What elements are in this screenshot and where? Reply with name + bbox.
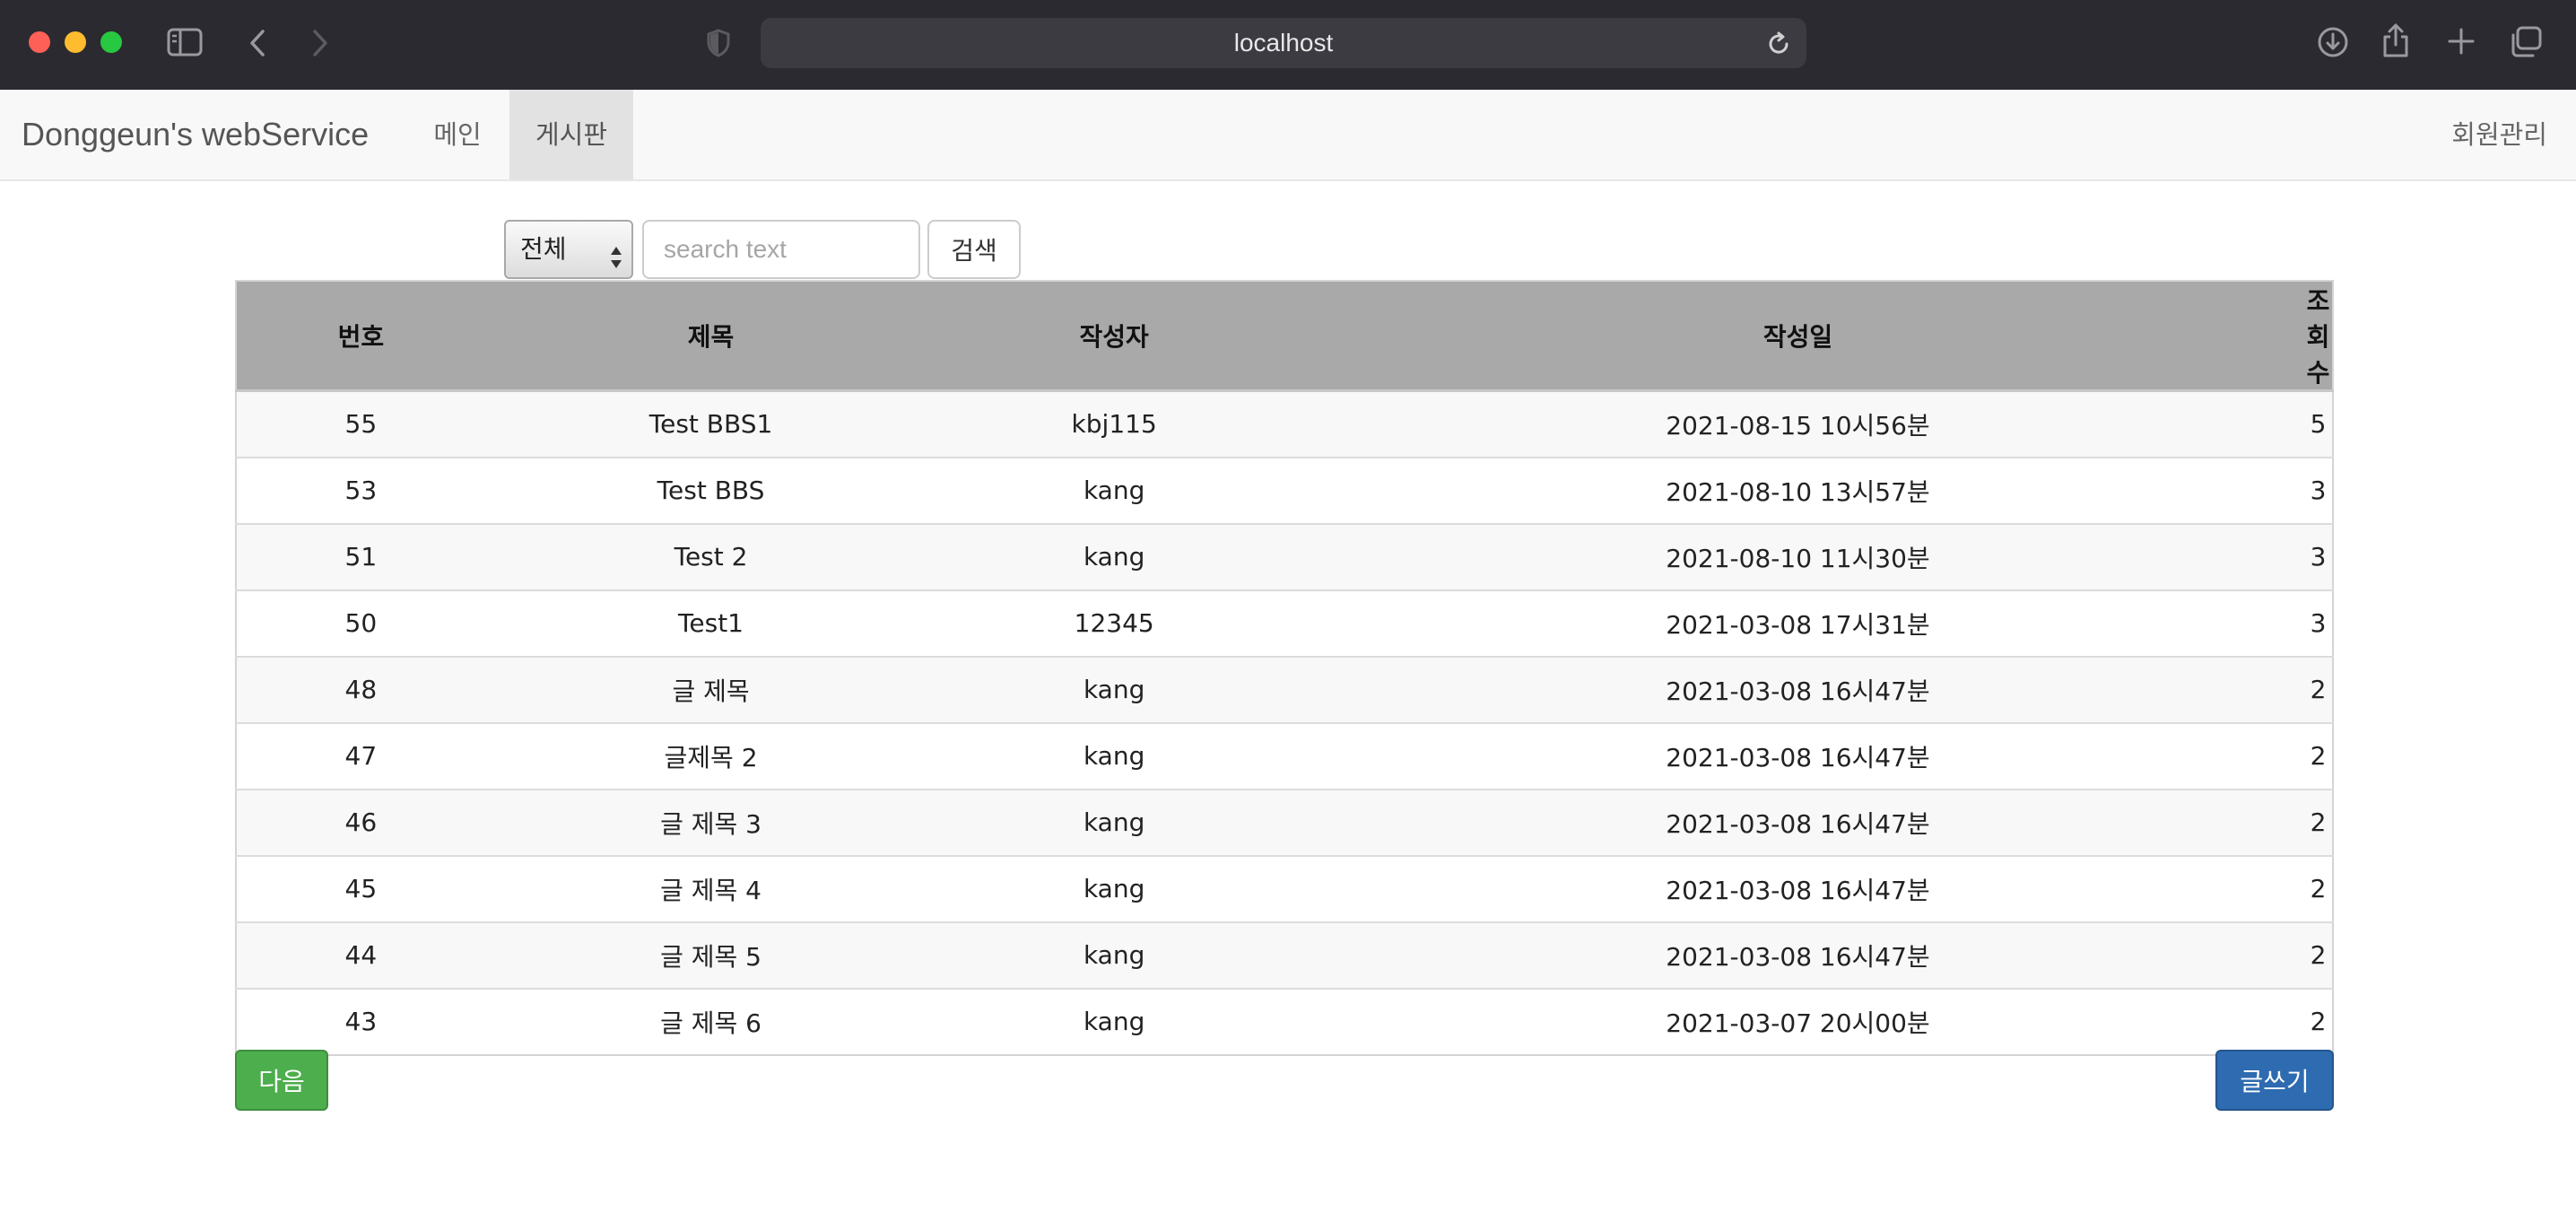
table-row: 55 Test BBS1 kbj115 2021-08-15 10시56분 5	[236, 389, 2333, 458]
cell-title-link[interactable]: 글제목 2	[484, 721, 937, 790]
cell-views: 3	[2303, 589, 2333, 657]
header-views: 조회수	[2303, 281, 2333, 392]
new-tab-icon[interactable]	[2445, 25, 2477, 57]
forward-icon[interactable]	[307, 27, 334, 59]
table-row: 45 글 제목 4 kang 2021-03-08 16시47분 2	[236, 854, 2333, 922]
cell-author: kbj115	[936, 389, 1292, 458]
cell-author: kang	[936, 456, 1292, 524]
cell-title-link[interactable]: Test 2	[484, 522, 937, 590]
nav-item-board[interactable]: 게시판	[509, 90, 633, 179]
cell-author: kang	[936, 655, 1292, 723]
window-maximize-button[interactable]	[100, 31, 122, 53]
cell-author: kang	[936, 721, 1292, 790]
cell-views: 2	[2303, 655, 2333, 723]
cell-author: kang	[936, 854, 1292, 922]
cell-number: 44	[236, 921, 485, 989]
cell-title-link[interactable]: 글 제목 4	[484, 854, 937, 922]
search-type-value: 전체	[520, 234, 567, 264]
cell-views: 2	[2303, 987, 2333, 1055]
cell-author: kang	[936, 921, 1292, 989]
cell-title-link[interactable]: 글 제목 3	[484, 788, 937, 856]
table-row: 51 Test 2 kang 2021-08-10 11시30분 3	[236, 522, 2333, 590]
cell-date: 2021-03-07 20시00분	[1292, 987, 2304, 1055]
table-header-row: 번호 제목 작성자 작성일 조회수	[236, 281, 2333, 392]
cell-title-link[interactable]: Test BBS	[484, 456, 937, 524]
next-page-button[interactable]: 다음	[235, 1050, 328, 1111]
cell-number: 48	[236, 655, 485, 723]
cell-date: 2021-08-10 11시30분	[1292, 522, 2304, 590]
cell-number: 51	[236, 522, 485, 590]
privacy-shield-icon[interactable]	[705, 27, 732, 59]
cell-date: 2021-08-15 10시56분	[1292, 389, 2304, 458]
cell-views: 2	[2303, 721, 2333, 790]
download-icon[interactable]	[2316, 25, 2350, 59]
sidebar-toggle-icon[interactable]	[167, 27, 203, 57]
cell-number: 46	[236, 788, 485, 856]
browser-titlebar: localhost	[0, 0, 2576, 90]
cell-number: 45	[236, 854, 485, 922]
tab-overview-icon[interactable]	[2508, 25, 2544, 59]
cell-author: kang	[936, 788, 1292, 856]
share-icon[interactable]	[2380, 22, 2411, 59]
table-row: 43 글 제목 6 kang 2021-03-07 20시00분 2	[236, 987, 2333, 1055]
search-button[interactable]: 검색	[927, 220, 1021, 279]
reload-icon[interactable]	[1767, 31, 1792, 57]
nav-item-main[interactable]: 메인	[413, 90, 502, 179]
table-row: 47 글제목 2 kang 2021-03-08 16시47분 2	[236, 721, 2333, 790]
window-close-button[interactable]	[29, 31, 50, 53]
cell-title-link[interactable]: 글 제목 5	[484, 921, 937, 989]
header-date: 작성일	[1292, 281, 2304, 392]
cell-number: 47	[236, 721, 485, 790]
cell-title-link[interactable]: Test BBS1	[484, 389, 937, 458]
table-row: 53 Test BBS kang 2021-08-10 13시57분 3	[236, 456, 2333, 524]
back-icon[interactable]	[244, 27, 271, 59]
cell-title-link[interactable]: 글 제목	[484, 655, 937, 723]
write-post-button[interactable]: 글쓰기	[2215, 1050, 2334, 1111]
cell-views: 2	[2303, 921, 2333, 989]
cell-number: 43	[236, 987, 485, 1055]
board-table: 번호 제목 작성자 작성일 조회수 55 Test BBS1 kbj115 20…	[235, 280, 2334, 1056]
cell-number: 50	[236, 589, 485, 657]
cell-views: 2	[2303, 854, 2333, 922]
url-text: localhost	[1233, 29, 1334, 57]
cell-date: 2021-03-08 16시47분	[1292, 921, 2304, 989]
cell-date: 2021-03-08 16시47분	[1292, 655, 2304, 723]
header-author: 작성자	[936, 281, 1292, 392]
cell-date: 2021-03-08 16시47분	[1292, 721, 2304, 790]
cell-date: 2021-08-10 13시57분	[1292, 456, 2304, 524]
app-navbar: Donggeun's webService 메인 게시판 회원관리	[0, 90, 2576, 181]
table-row: 50 Test1 12345 2021-03-08 17시31분 3	[236, 589, 2333, 657]
cell-title-link[interactable]: 글 제목 6	[484, 987, 937, 1055]
cell-views: 3	[2303, 522, 2333, 590]
window-minimize-button[interactable]	[65, 31, 86, 53]
nav-item-member-management[interactable]: 회원관리	[2451, 90, 2547, 179]
cell-views: 5	[2303, 389, 2333, 458]
search-type-select[interactable]: 전체	[504, 220, 633, 279]
cell-number: 53	[236, 456, 485, 524]
brand-link[interactable]: Donggeun's webService	[22, 90, 369, 179]
cell-date: 2021-03-08 16시47분	[1292, 788, 2304, 856]
table-row: 48 글 제목 kang 2021-03-08 16시47분 2	[236, 655, 2333, 723]
cell-views: 3	[2303, 456, 2333, 524]
cell-number: 55	[236, 389, 485, 458]
search-input[interactable]	[642, 220, 920, 279]
header-title: 제목	[484, 281, 937, 392]
address-bar[interactable]: localhost	[761, 18, 1806, 68]
cell-views: 2	[2303, 788, 2333, 856]
header-number: 번호	[236, 281, 485, 392]
cell-date: 2021-03-08 16시47분	[1292, 854, 2304, 922]
cell-author: kang	[936, 522, 1292, 590]
cell-title-link[interactable]: Test1	[484, 589, 937, 657]
cell-date: 2021-03-08 17시31분	[1292, 589, 2304, 657]
cell-author: 12345	[936, 589, 1292, 657]
table-row: 46 글 제목 3 kang 2021-03-08 16시47분 2	[236, 788, 2333, 856]
table-row: 44 글 제목 5 kang 2021-03-08 16시47분 2	[236, 921, 2333, 989]
cell-author: kang	[936, 987, 1292, 1055]
